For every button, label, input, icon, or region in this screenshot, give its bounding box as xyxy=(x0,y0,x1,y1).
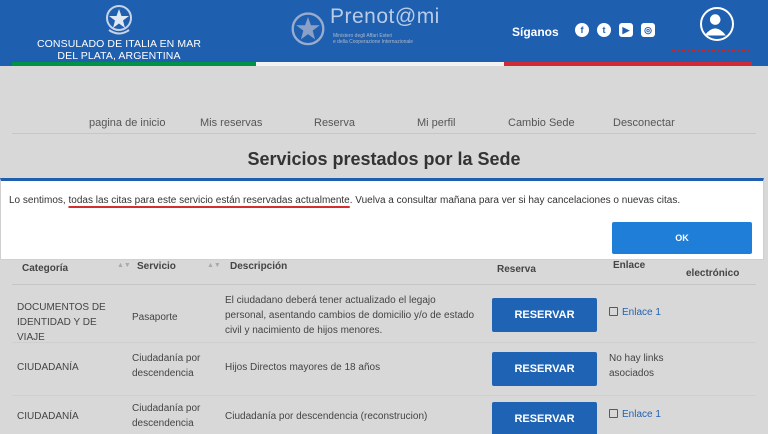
nav-my-reservations[interactable]: Mis reservas xyxy=(200,117,262,129)
nav-change-office[interactable]: Cambio Sede xyxy=(508,117,575,129)
consulate-line1: CONSULADO DE ITALIA EN MAR xyxy=(36,38,202,50)
reserve-button[interactable]: RESERVAR xyxy=(492,352,597,386)
main-nav: pagina de inicio Mis reservas Reserva Mi… xyxy=(12,114,756,134)
flag-green-stripe xyxy=(12,62,256,66)
no-links-text: No hay links asociados xyxy=(609,353,664,379)
instagram-icon[interactable]: ◎ xyxy=(641,23,655,37)
category-cell: DOCUMENTOS DE IDENTIDAD Y DE VIAJE xyxy=(17,302,106,343)
column-header-electronic: electrónico xyxy=(686,268,740,279)
description-cell: Hijos Directos mayores de 18 años xyxy=(225,362,381,373)
sort-icon[interactable]: ▲▼ xyxy=(207,262,221,269)
youtube-icon[interactable]: ▶ xyxy=(619,23,633,37)
ministry-line2: e della Cooperazione Internazionale xyxy=(333,39,414,45)
link-label: Enlace 1 xyxy=(622,409,661,420)
external-link-icon xyxy=(609,409,618,418)
nav-my-profile[interactable]: Mi perfil xyxy=(417,117,456,129)
column-header-link: Enlace xyxy=(613,260,646,271)
ministry-emblem-icon xyxy=(290,10,326,50)
description-cell: Ciudadanía por descendencia (reconstruci… xyxy=(225,411,428,422)
reserve-button[interactable]: RESERVAR xyxy=(492,402,597,434)
alert-message-start: Lo sentimos, xyxy=(9,195,69,206)
category-cell: CIUDADANÍA xyxy=(17,362,79,373)
ministry-name: Ministero degli Affari Esteri e della Co… xyxy=(333,33,443,45)
facebook-icon[interactable]: f xyxy=(575,23,589,37)
table-row: CIUDADANÍA Ciudadanía por descendencia C… xyxy=(12,396,756,434)
service-cell: Ciudadanía por descendencia xyxy=(132,403,201,429)
reserve-button[interactable]: RESERVAR xyxy=(492,298,597,332)
alert-message-highlight: todas las citas para este servicio están… xyxy=(68,195,350,206)
column-header-booking: Reserva xyxy=(497,264,536,275)
alert-message: Lo sentimos, todas las citas para este s… xyxy=(9,195,680,206)
nav-home[interactable]: pagina de inicio xyxy=(89,117,165,129)
category-cell: CIUDADANÍA xyxy=(17,411,79,422)
sort-icon[interactable]: ▲▼ xyxy=(117,262,131,269)
twitter-icon[interactable]: t xyxy=(597,23,611,37)
column-header-service[interactable]: Servicio xyxy=(137,261,176,272)
follow-label: Síganos xyxy=(512,25,559,39)
service-cell: Pasaporte xyxy=(132,312,178,323)
link-label: Enlace 1 xyxy=(622,307,661,318)
service-cell: Ciudadanía por descendencia xyxy=(132,353,201,379)
description-cell: El ciudadano deberá tener actualizado el… xyxy=(225,295,475,336)
page-title: Servicios prestados por la Sede xyxy=(247,149,521,169)
site-header: CONSULADO DE ITALIA EN MAR DEL PLATA, AR… xyxy=(0,0,768,66)
link-1[interactable]: Enlace 1 xyxy=(609,409,661,420)
consulate-line2: DEL PLATA, ARGENTINA xyxy=(57,50,181,62)
table-row: CIUDADANÍA Ciudadanía por descendencia H… xyxy=(12,343,756,396)
header-red-underline xyxy=(672,50,750,51)
consulate-name[interactable]: CONSULADO DE ITALIA EN MAR DEL PLATA, AR… xyxy=(10,38,228,62)
table-row: DOCUMENTOS DE IDENTIDAD Y DE VIAJE Pasap… xyxy=(12,286,756,343)
alert-message-end: . Vuelva a consultar mañana para ver si … xyxy=(349,195,681,206)
flag-red-stripe xyxy=(504,62,752,66)
column-header-category[interactable]: Categoría xyxy=(22,263,68,274)
nav-logout[interactable]: Desconectar xyxy=(613,117,675,129)
nav-booking[interactable]: Reserva xyxy=(314,117,355,129)
ok-button[interactable]: OK xyxy=(612,222,752,254)
user-avatar-icon[interactable] xyxy=(700,7,734,41)
flag-white-stripe xyxy=(256,62,504,66)
link-1[interactable]: Enlace 1 xyxy=(609,307,661,318)
alert-dialog: Lo sentimos, todas las citas para este s… xyxy=(0,178,764,260)
external-link-icon xyxy=(609,307,618,316)
italy-emblem-icon xyxy=(104,3,134,37)
prenotami-logo[interactable]: Prenot@mi xyxy=(330,5,440,29)
column-header-description[interactable]: Descripción xyxy=(230,261,287,272)
